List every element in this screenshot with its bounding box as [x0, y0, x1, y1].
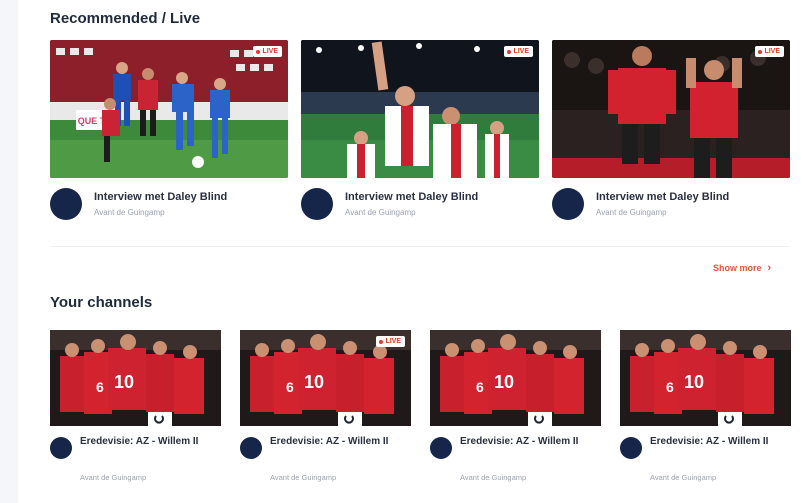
card-meta: Eredevisie: AZ - Willem II Avant de Guin… [620, 434, 791, 494]
channel-thumbnail[interactable]: 6 10 LIVE [240, 330, 411, 426]
live-badge: LIVE [504, 46, 533, 57]
shirt-number-6: 6 [666, 379, 674, 395]
card-meta: Interview met Daley Blind Avant de Guing… [552, 188, 790, 228]
channel-thumbnail[interactable]: 6 10 [50, 330, 221, 426]
card-meta: Interview met Daley Blind Avant de Guing… [301, 188, 539, 228]
channel-avatar[interactable] [240, 437, 262, 459]
channel-avatar[interactable] [430, 437, 452, 459]
card-title[interactable]: Interview met Daley Blind [345, 191, 478, 203]
shirt-number-10: 10 [304, 372, 324, 392]
card-subtitle: Avant de Guingamp [270, 473, 337, 482]
shirt-number-6: 6 [96, 379, 104, 395]
channel-avatar[interactable] [552, 188, 584, 220]
show-more-link[interactable]: Show more › [713, 261, 772, 274]
live-dot-icon [379, 339, 384, 344]
channel-thumbnail[interactable]: 6 10 [620, 330, 791, 426]
card-meta: Eredevisie: AZ - Willem II Avant de Guin… [240, 434, 411, 494]
channel-card[interactable]: 6 10 Eredevisie: AZ - Willem II Avant de… [50, 330, 221, 482]
shirt-number-10: 10 [494, 372, 514, 392]
channel-avatar[interactable] [50, 437, 72, 459]
live-label: LIVE [262, 48, 278, 55]
shirt-number-10: 10 [684, 372, 704, 392]
live-dot-icon [507, 49, 512, 54]
show-more-label: Show more [713, 263, 762, 273]
thumbnail-image: 6 10 [50, 330, 221, 426]
card-title[interactable]: Eredevisie: AZ - Willem II [460, 434, 600, 450]
channel-card[interactable]: 6 10 LIVE Eredevisie: AZ - Willem II Ava… [240, 330, 411, 482]
channel-avatar[interactable] [50, 188, 82, 220]
thumbnail-image: 6 10 [620, 330, 791, 426]
card-subtitle: Avant de Guingamp [345, 208, 416, 217]
live-badge: LIVE [253, 46, 282, 57]
chevron-right-icon: › [767, 261, 772, 274]
card-subtitle: Avant de Guingamp [650, 473, 717, 482]
live-label: LIVE [385, 338, 401, 345]
card-title[interactable]: Interview met Daley Blind [596, 191, 729, 203]
page: Recommended / Live QUE TIC LIVE Intervie… [0, 0, 801, 503]
video-thumbnail[interactable]: QUE TIC LIVE [50, 40, 288, 178]
card-title[interactable]: Eredevisie: AZ - Willem II [270, 434, 410, 450]
channel-avatar[interactable] [301, 188, 333, 220]
card-meta: Interview met Daley Blind Avant de Guing… [50, 188, 288, 228]
section-title-channels: Your channels [50, 294, 153, 311]
live-dot-icon [256, 49, 261, 54]
card-subtitle: Avant de Guingamp [80, 473, 147, 482]
channel-avatar[interactable] [620, 437, 642, 459]
live-badge: LIVE [755, 46, 784, 57]
card-title[interactable]: Eredevisie: AZ - Willem II [650, 434, 790, 450]
recommended-card[interactable]: LIVE Interview met Daley Blind Avant de … [552, 40, 790, 220]
live-label: LIVE [513, 48, 529, 55]
card-subtitle: Avant de Guingamp [460, 473, 527, 482]
thumbnail-image: QUE TIC [50, 40, 288, 178]
recommended-card[interactable]: LIVE Interview met Daley Blind Avant de … [301, 40, 539, 220]
recommended-card[interactable]: QUE TIC LIVE Interview met Daley Blind A… [50, 40, 288, 220]
video-thumbnail[interactable]: LIVE [301, 40, 539, 178]
channel-card[interactable]: 6 10 Eredevisie: AZ - Willem II Avant de… [620, 330, 791, 482]
section-divider [50, 246, 790, 247]
shirt-number-6: 6 [286, 379, 294, 395]
live-badge: LIVE [376, 336, 405, 347]
thumbnail-image: 6 10 [430, 330, 601, 426]
card-subtitle: Avant de Guingamp [596, 208, 667, 217]
thumbnail-image [552, 40, 790, 178]
channel-card[interactable]: 6 10 Eredevisie: AZ - Willem II Avant de… [430, 330, 601, 482]
live-label: LIVE [764, 48, 780, 55]
card-title[interactable]: Eredevisie: AZ - Willem II [80, 434, 220, 450]
channel-thumbnail[interactable]: 6 10 [430, 330, 601, 426]
video-thumbnail[interactable]: LIVE [552, 40, 790, 178]
shirt-number-10: 10 [114, 372, 134, 392]
live-dot-icon [758, 49, 763, 54]
section-title-recommended: Recommended / Live [50, 10, 201, 27]
shirt-number-6: 6 [476, 379, 484, 395]
card-meta: Eredevisie: AZ - Willem II Avant de Guin… [430, 434, 601, 494]
card-subtitle: Avant de Guingamp [94, 208, 165, 217]
thumbnail-image [301, 40, 539, 178]
card-title[interactable]: Interview met Daley Blind [94, 191, 227, 203]
card-meta: Eredevisie: AZ - Willem II Avant de Guin… [50, 434, 221, 494]
